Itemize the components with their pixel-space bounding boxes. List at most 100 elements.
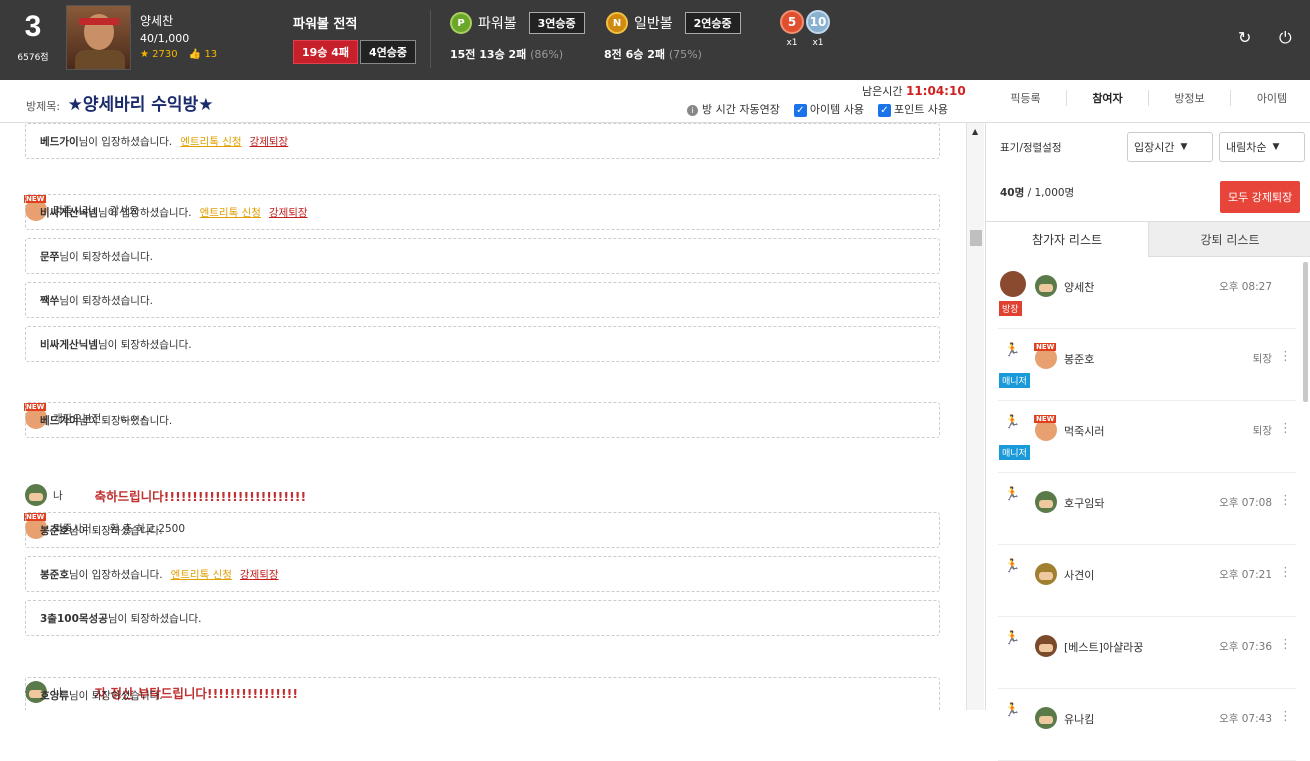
- rank-number: 3: [24, 10, 42, 43]
- system-message: 문쭈 님이 퇴장하셨습니다.: [25, 238, 940, 274]
- participant-name: 양세찬: [1064, 281, 1095, 294]
- more-options-icon[interactable]: ⋮: [1279, 421, 1292, 436]
- user-count: 40/1,000: [140, 32, 190, 45]
- participant-name: [베스트]아샬라꿍: [1064, 641, 1144, 654]
- more-options-icon[interactable]: ⋮: [1279, 493, 1292, 508]
- level-avatar-icon: [25, 484, 47, 506]
- participant-count: 40명 / 1,000명: [1000, 185, 1074, 200]
- star-icon: ★: [140, 49, 149, 60]
- sort-order-select[interactable]: 내림차순 ▼: [1219, 132, 1305, 162]
- sort-field-select[interactable]: 입장시간 ▼: [1127, 132, 1213, 162]
- entry-talk-link[interactable]: 엔트리톡 신청: [200, 205, 261, 220]
- sys-user-name: 봉준호: [40, 524, 69, 537]
- participant-name: 유나킴: [1064, 713, 1095, 726]
- room-title-label: 방제목:: [26, 100, 61, 113]
- powerball-icon: P: [450, 12, 472, 34]
- system-message: 봉준호 님이 입장하셨습니다. 엔트리톡 신청 강제퇴장: [25, 556, 940, 592]
- remaining-time: 남은시간 11:04:10: [862, 83, 966, 99]
- message-author[interactable]: 나: [53, 488, 63, 503]
- star-count: 2730: [152, 49, 178, 60]
- participant-time: 오후 07:36: [1219, 641, 1272, 653]
- participant-row[interactable]: 방장 양세찬 오후 08:27: [998, 257, 1296, 329]
- room-title: 방제목: ★양세바리 수익방★: [26, 90, 213, 115]
- medal-icon: 5: [780, 10, 804, 34]
- profile-photo[interactable]: [66, 5, 131, 70]
- sort-label: 표기/정렬설정: [1000, 141, 1062, 154]
- top-bar: 3 6576점 양세찬 40/1,000 ★ 2730 👍 13 파워볼 전적 …: [0, 0, 1310, 80]
- thumbs-up-icon: 👍: [188, 49, 202, 60]
- participant-scrollbar[interactable]: [1303, 262, 1308, 402]
- entry-talk-link[interactable]: 엔트리톡 신청: [171, 567, 232, 582]
- more-options-icon[interactable]: ⋮: [1279, 349, 1292, 364]
- tab-participant-list[interactable]: 참가자 리스트: [986, 222, 1149, 257]
- sys-user-name: 짹쑤: [40, 294, 60, 307]
- user-name: 양세찬: [140, 14, 174, 28]
- room-options: i방 시간 자동연장 ✓ 아이템 사용 ✓ 포인트 사용: [687, 101, 948, 117]
- sys-user-name: 3출100목성공: [40, 612, 108, 625]
- more-options-icon[interactable]: ⋮: [1279, 709, 1292, 724]
- system-message: 호잉류 님이 퇴장하셨습니다.: [25, 677, 940, 710]
- chat-scrollbar[interactable]: ▲: [966, 123, 984, 710]
- sys-text: 님이 입장하셨습니다.: [97, 206, 192, 219]
- remain-label: 남은시간: [862, 85, 903, 98]
- tab-items[interactable]: 아이템: [1231, 90, 1310, 106]
- tab-room-info[interactable]: 방정보: [1149, 90, 1231, 106]
- point-use-checkbox[interactable]: ✓ 포인트 사용: [877, 101, 949, 117]
- participant-time: 오후 07:43: [1219, 713, 1272, 725]
- level-avatar-icon: [1034, 415, 1057, 441]
- record-wl-badge: 19승 4패: [293, 40, 359, 64]
- participant-row[interactable]: 🏃 [베스트]아샬라꿍 오후 07:36 ⋮: [998, 617, 1296, 689]
- participant-row[interactable]: 🏃 매니저 먹죽시러 퇴장 ⋮: [998, 401, 1296, 473]
- sort-settings: 표기/정렬설정 입장시간 ▼ 내림차순 ▼: [1000, 132, 1305, 162]
- message-text: 축하드립니다!!!!!!!!!!!!!!!!!!!!!!!!!: [94, 488, 307, 504]
- sort-field-value: 입장시간: [1134, 141, 1175, 154]
- power-icon[interactable]: ⏻: [1279, 28, 1292, 48]
- more-options-icon[interactable]: ⋮: [1279, 565, 1292, 580]
- normalball-pct: (75%): [668, 48, 702, 61]
- sys-text: 님이 퇴장하셨습니다.: [78, 414, 173, 427]
- normalball-stat: 8전 6승 2패 (75%): [604, 46, 702, 62]
- system-message: 봉준호 님이 퇴장하셨습니다.: [25, 512, 940, 548]
- participant-time: 오후 07:21: [1219, 569, 1272, 581]
- medal-count: x1: [786, 38, 798, 48]
- auto-extend-label: 방 시간 자동연장: [702, 103, 780, 116]
- participant-time: 퇴장: [1252, 353, 1272, 365]
- refresh-icon[interactable]: ↻: [1238, 28, 1251, 47]
- running-man-icon: 🏃: [1004, 343, 1021, 358]
- tab-kicked-list[interactable]: 강퇴 리스트: [1149, 222, 1310, 257]
- like-count: 13: [204, 49, 218, 60]
- participant-row[interactable]: 🏃 호구임돠 오후 07:08 ⋮: [998, 473, 1296, 545]
- participant-name: 봉준호: [1064, 353, 1095, 366]
- system-message: 베드가이 님이 입장하셨습니다. 엔트리톡 신청 강제퇴장: [25, 123, 940, 159]
- auto-extend[interactable]: i 방 시간 자동연장: [687, 101, 780, 117]
- system-message: 짹쑤 님이 퇴장하셨습니다.: [25, 282, 940, 318]
- participant-total: / 1,000명: [1024, 187, 1075, 199]
- powerball-streak: 3연승중: [528, 12, 585, 34]
- more-options-icon[interactable]: ⋮: [1279, 637, 1292, 652]
- remain-value: 11:04:10: [905, 84, 966, 98]
- scroll-thumb[interactable]: [970, 230, 982, 246]
- participant-name: 사견이: [1064, 569, 1095, 582]
- participant-row[interactable]: 🏃 매니저 봉준호 퇴장 ⋮: [998, 329, 1296, 401]
- scroll-up-icon[interactable]: ▲: [972, 127, 978, 136]
- tab-pick-register[interactable]: 픽등록: [985, 90, 1067, 106]
- sort-order-value: 내림차순: [1226, 141, 1267, 154]
- participant-list: 방장양세찬오후 08:27🏃매니저봉준호퇴장⋮🏃매니저먹죽시러퇴장⋮🏃호구임돠오…: [986, 257, 1306, 761]
- running-man-icon: 🏃: [1004, 415, 1021, 430]
- force-kick-link[interactable]: 강제퇴장: [269, 205, 308, 220]
- item-use-checkbox[interactable]: ✓ 아이템 사용: [793, 101, 864, 117]
- sys-text: 님이 퇴장하셨습니다.: [68, 689, 163, 702]
- level-avatar-icon: [1035, 491, 1057, 513]
- point-use-label: 포인트 사용: [893, 103, 949, 116]
- tab-participants[interactable]: 참여자: [1067, 90, 1149, 106]
- kick-all-button[interactable]: 모두 강제퇴장: [1220, 181, 1301, 213]
- role-badge: 매니저: [999, 373, 1030, 388]
- powerball-record-title: 파워볼 전적: [293, 17, 358, 32]
- force-kick-link[interactable]: 강제퇴장: [240, 567, 279, 582]
- participant-row[interactable]: 🏃 유나킴 오후 07:43 ⋮: [998, 689, 1296, 761]
- force-kick-link[interactable]: 강제퇴장: [250, 134, 289, 149]
- user-stats: ★ 2730 👍 13: [140, 49, 225, 60]
- entry-talk-link[interactable]: 엔트리톡 신청: [180, 134, 241, 149]
- my-message: 나 축하드립니다!!!!!!!!!!!!!!!!!!!!!!!!!: [25, 484, 306, 506]
- participant-row[interactable]: 🏃 사견이 오후 07:21 ⋮: [998, 545, 1296, 617]
